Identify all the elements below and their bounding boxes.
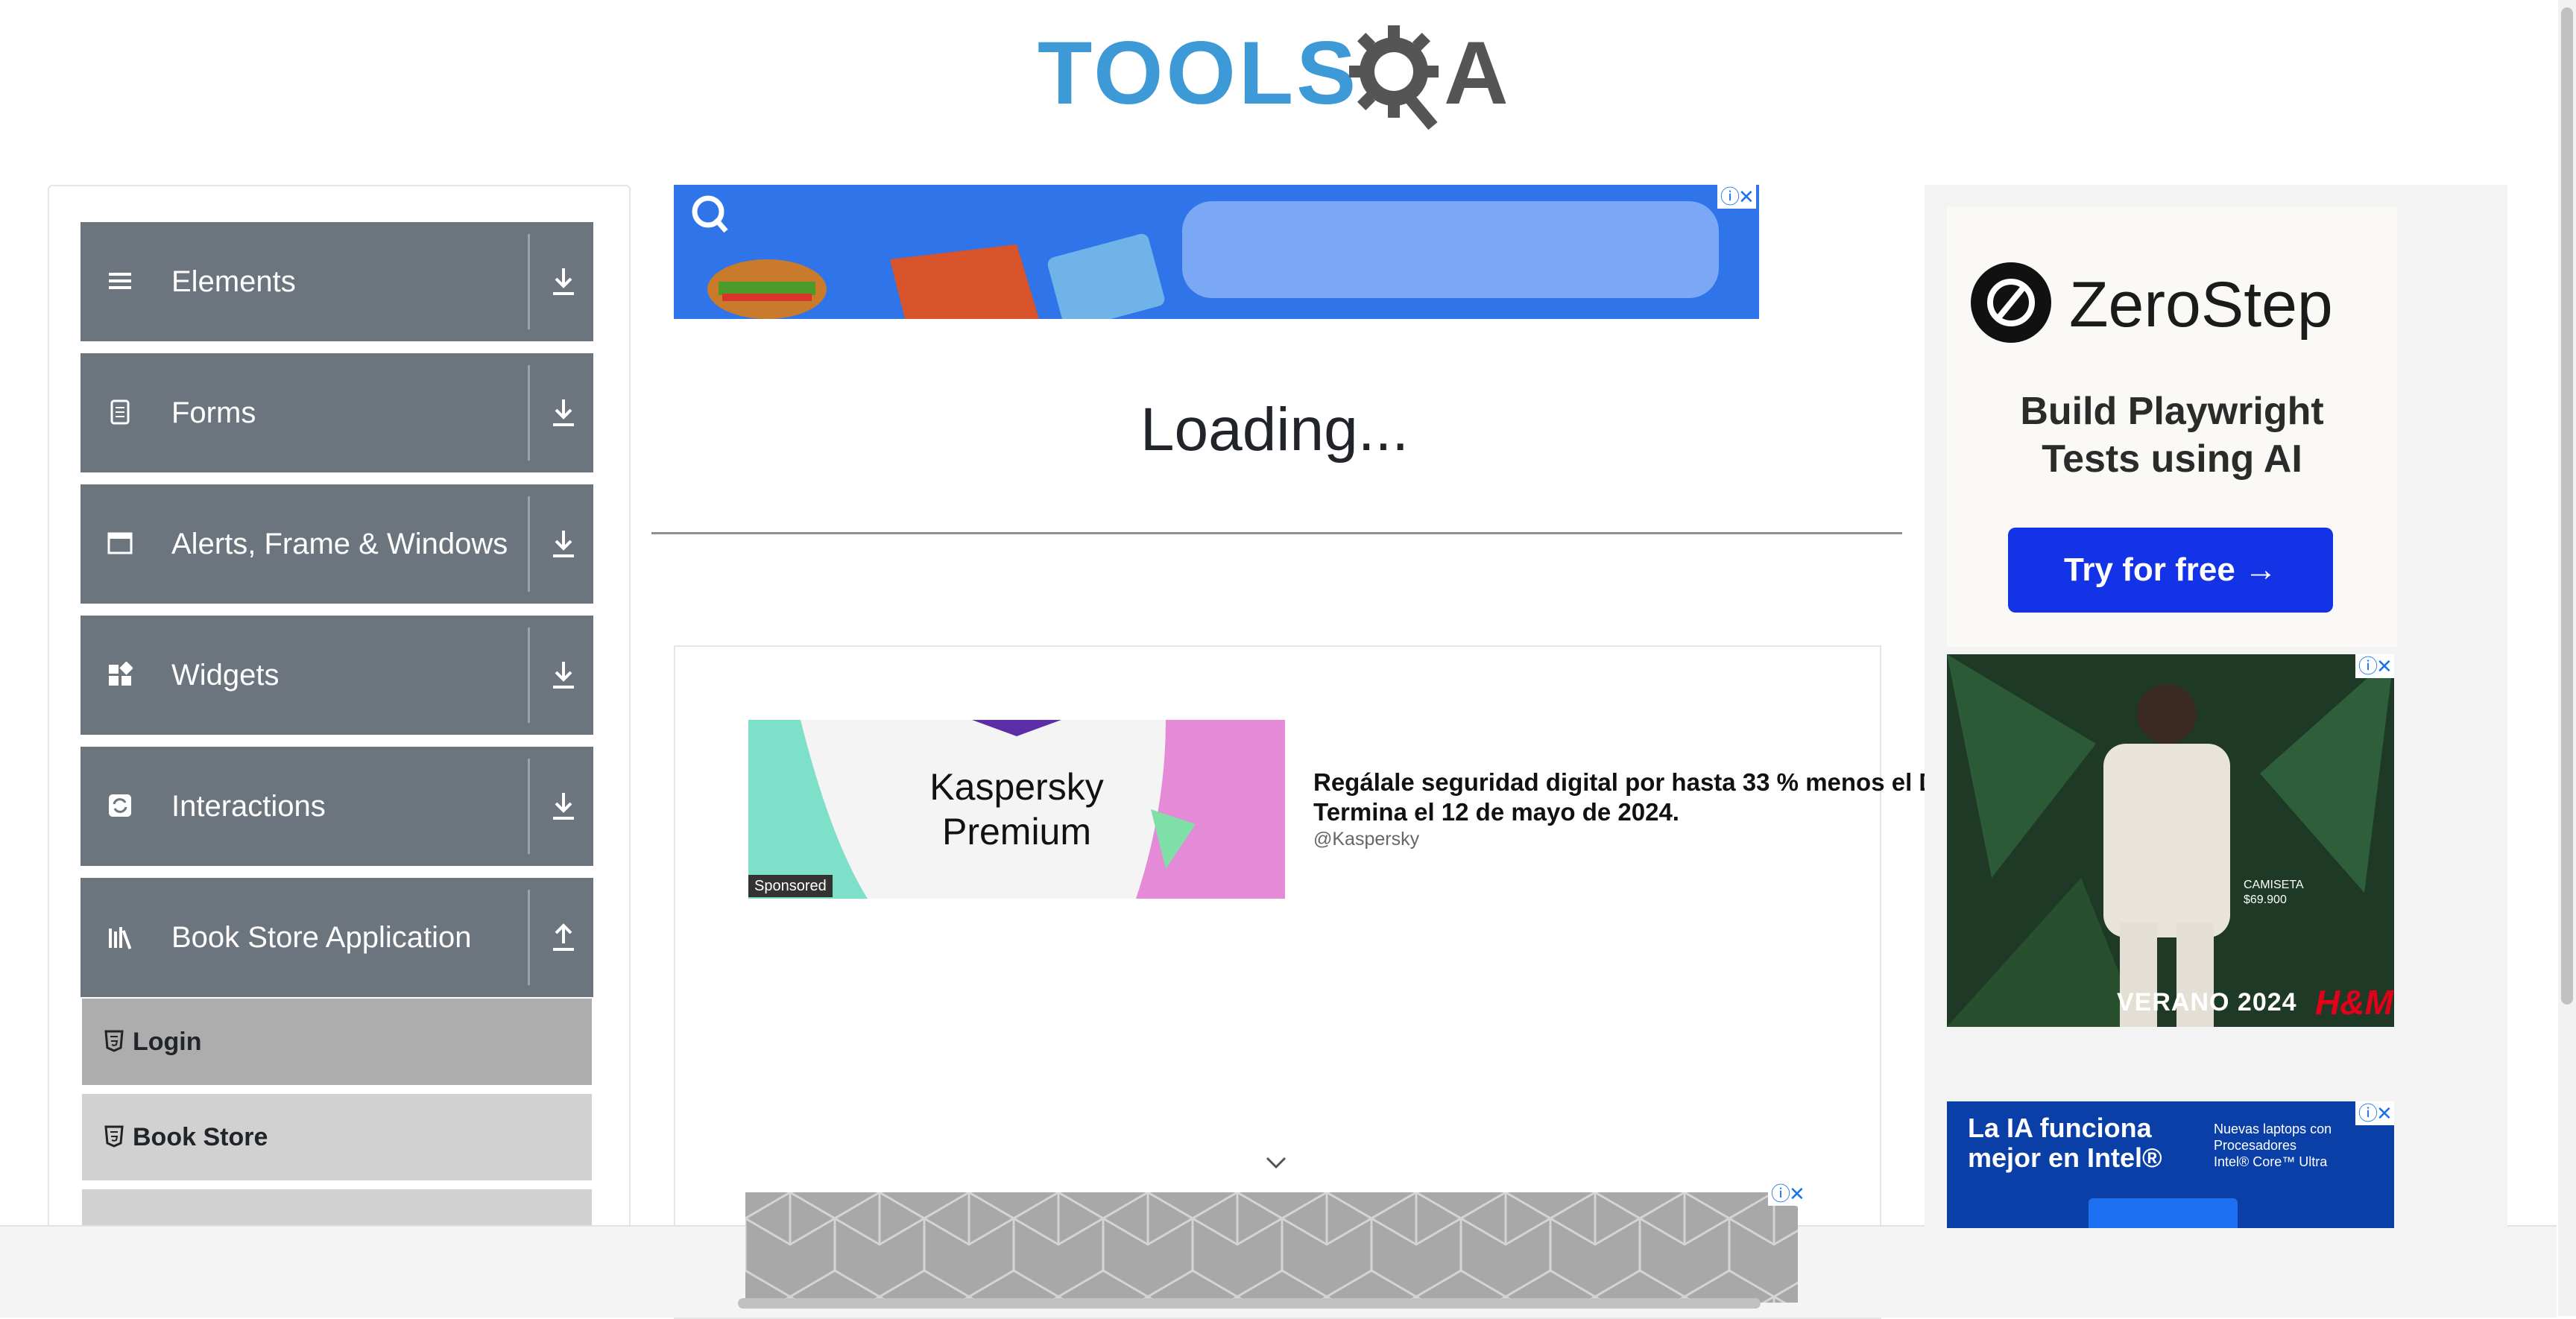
intel-subtext: Nuevas laptops con Procesadores Intel® C…: [2214, 1121, 2332, 1170]
sidebar-group-label: Interactions: [171, 790, 326, 823]
hex-pattern: [745, 1192, 1798, 1303]
hm-ad[interactable]: CAMISETA $69.900 VERANO 2024 H&M ⓘ ✕: [1947, 654, 2394, 1027]
laptop-image: [2089, 1198, 2238, 1228]
vertical-scrollbar-thumb[interactable]: [2561, 7, 2573, 1005]
sponsored-product: Kaspersky Premium: [883, 765, 1151, 854]
sidebar-group-interactions[interactable]: Interactions: [80, 747, 593, 866]
sponsored-title-line2: Termina el 12 de mayo de 2024.: [1313, 798, 1679, 826]
sidebar-group-label: Widgets: [171, 659, 280, 692]
menu-item-login[interactable]: Login: [80, 997, 593, 1086]
sponsored-badge: Sponsored: [748, 875, 833, 897]
product-images: [707, 233, 1165, 319]
ad-cta-pill[interactable]: [1182, 201, 1719, 298]
document-icon: [110, 399, 130, 425]
zerostep-tagline-line1: Build Playwright: [2020, 390, 2324, 433]
zerostep-tagline: Build Playwright Tests using AI: [1947, 388, 2397, 483]
ad-close-icon[interactable]: ✕: [2376, 654, 2393, 678]
divider: [528, 759, 530, 854]
hm-photo: [1947, 654, 2394, 1027]
intel-sub-line1: Nuevas laptops con: [2214, 1122, 2332, 1136]
loading-text: Loading...: [1140, 396, 1409, 464]
sponsored-product-line2: Premium: [941, 811, 1092, 853]
download-arrow-icon[interactable]: [547, 264, 580, 300]
banner-ad-bottom[interactable]: [745, 1192, 1798, 1303]
download-arrow-icon[interactable]: [547, 657, 580, 693]
sidebar-group-label: Alerts, Frame & Windows: [171, 528, 508, 560]
zerostep-brand: ZeroStep: [2069, 269, 2333, 341]
divider: [528, 365, 530, 461]
ad-info-icon[interactable]: ⓘ: [1771, 1182, 1790, 1206]
sidebar-group-widgets[interactable]: Widgets: [80, 616, 593, 735]
content-divider: [651, 532, 1902, 534]
books-icon: [109, 927, 132, 949]
sidebar: Elements Forms Alerts, Frame & Windows W…: [48, 185, 631, 1291]
sponsored-handle[interactable]: @Kaspersky: [1313, 829, 1419, 850]
menu-item-book-store[interactable]: Book Store: [80, 1092, 593, 1182]
magnifier-gear-icon: [1349, 25, 1439, 130]
menu-item-label: Login: [133, 1028, 202, 1056]
download-arrow-icon[interactable]: [547, 788, 580, 824]
chevron-down-icon[interactable]: [1264, 1154, 1288, 1171]
widgets-icon: [109, 662, 133, 686]
divider: [528, 496, 530, 592]
hm-price: $69.900: [2244, 893, 2287, 906]
divider: [528, 234, 530, 329]
ad-info-icon[interactable]: ⓘ: [1720, 185, 1740, 209]
sponsored-title-line1: Regálale seguridad digital por hasta 33 …: [1313, 768, 1944, 796]
window-icon: [107, 532, 133, 554]
download-arrow-icon[interactable]: [547, 395, 580, 431]
divider: [528, 890, 530, 985]
ad-close-icon[interactable]: ✕: [2376, 1101, 2393, 1125]
intel-ad[interactable]: La IA funciona mejor en Intel® Nuevas la…: [1947, 1101, 2394, 1228]
menu-icon: [109, 273, 131, 289]
hm-headline: VERANO 2024: [2117, 988, 2297, 1016]
sidebar-group-alerts-frame-windows[interactable]: Alerts, Frame & Windows: [80, 484, 593, 604]
sponsored-title[interactable]: Regálale seguridad digital por hasta 33 …: [1313, 768, 1943, 827]
upload-arrow-icon[interactable]: [547, 920, 580, 955]
hm-price-tag: CAMISETA $69.900: [2244, 878, 2304, 908]
horizontal-scrollbar[interactable]: [738, 1298, 1761, 1309]
sidebar-group-label: Elements: [171, 265, 296, 298]
ad-choices[interactable]: ⓘ ✕: [2355, 654, 2394, 678]
zerostep-logo-icon: [1971, 262, 2051, 343]
banner-ad-top[interactable]: ⓘ ✕: [674, 185, 1759, 319]
sidebar-group-label: Forms: [171, 396, 256, 429]
sidebar-group-label: Book Store Application: [171, 921, 472, 954]
intel-headline: La IA funciona mejor en Intel®: [1968, 1113, 2162, 1173]
sidebar-group-forms[interactable]: Forms: [80, 353, 593, 472]
intel-headline-line1: La IA funciona: [1968, 1113, 2152, 1143]
ad-close-icon[interactable]: ✕: [1789, 1182, 1805, 1206]
ad-choices[interactable]: ⓘ ✕: [1768, 1182, 1807, 1206]
ad-close-icon[interactable]: ✕: [1738, 185, 1755, 209]
intel-sub-line2: Procesadores: [2214, 1138, 2297, 1153]
ad-choices[interactable]: ⓘ ✕: [2355, 1101, 2394, 1125]
sidebar-group-elements[interactable]: Elements: [80, 222, 593, 341]
ad-info-icon[interactable]: ⓘ: [2358, 654, 2378, 678]
refresh-icon: [109, 794, 131, 817]
sidebar-group-book-store-application[interactable]: Book Store Application: [80, 878, 593, 997]
intel-headline-line2: mejor en Intel®: [1968, 1142, 2162, 1173]
html5-icon: [104, 1125, 124, 1148]
download-arrow-icon[interactable]: [547, 526, 580, 562]
hm-price-label: CAMISETA: [2244, 879, 2304, 891]
hm-logo: H&M: [2315, 983, 2393, 1022]
logo-suffix: A: [1444, 23, 1509, 123]
ad-info-icon[interactable]: ⓘ: [2358, 1101, 2378, 1125]
toolsqa-logo[interactable]: TOOLS A: [1038, 22, 1522, 134]
ad-choices[interactable]: ⓘ ✕: [1717, 185, 1756, 209]
try-for-free-button[interactable]: Try for free →: [2008, 528, 2333, 613]
menu-item-label: Book Store: [133, 1123, 268, 1151]
divider: [528, 627, 530, 723]
logo-text: TOOLS: [1038, 23, 1360, 123]
sponsored-image[interactable]: Kaspersky Premium Sponsored: [748, 720, 1285, 899]
zerostep-tagline-line2: Tests using AI: [2042, 437, 2302, 481]
intel-sub-line3: Intel® Core™ Ultra: [2214, 1154, 2328, 1169]
sponsored-product-line1: Kaspersky: [929, 766, 1104, 808]
html5-icon: [104, 1030, 124, 1052]
